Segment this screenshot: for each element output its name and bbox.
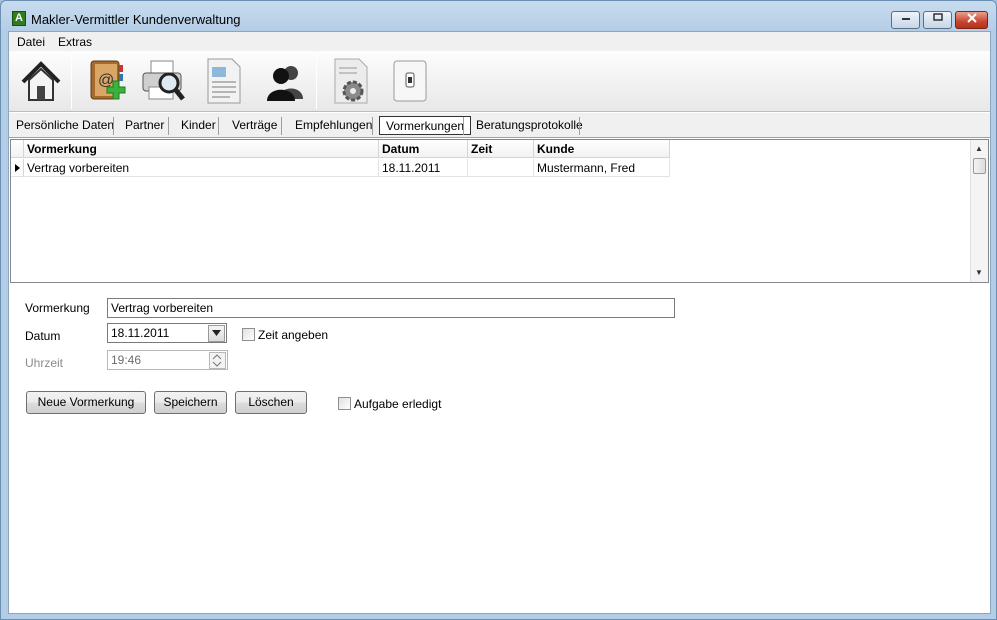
datepicker-dropdown-button[interactable] bbox=[208, 325, 225, 342]
toolbar-separator bbox=[316, 55, 317, 109]
svg-text:@: @ bbox=[98, 72, 114, 89]
vormerkung-label: Vormerkung bbox=[25, 301, 90, 315]
toolbar-home-button[interactable] bbox=[15, 55, 67, 107]
row-header-corner bbox=[11, 140, 24, 158]
tab-separator bbox=[168, 117, 169, 135]
settings-document-icon bbox=[334, 58, 368, 104]
tab-empfehlungen[interactable]: Empfehlungen bbox=[289, 116, 378, 135]
client-area: Datei Extras @ Persönliche Daten Partner… bbox=[8, 31, 991, 614]
toolbar-separator bbox=[71, 55, 72, 109]
tab-separator bbox=[281, 117, 282, 135]
maximize-button[interactable] bbox=[923, 11, 952, 29]
uhrzeit-value: 19:46 bbox=[111, 353, 142, 367]
table-row[interactable]: Vertrag vorbereiten 18.11.2011 Musterman… bbox=[11, 159, 670, 177]
print-preview-icon bbox=[142, 60, 185, 101]
zeit-angeben-checkbox[interactable] bbox=[242, 328, 255, 341]
window-title: Makler-Vermittler Kundenverwaltung bbox=[31, 12, 241, 27]
speichern-button[interactable]: Speichern bbox=[154, 391, 227, 414]
toolbar-users-button[interactable] bbox=[259, 55, 311, 107]
neue-vormerkung-button[interactable]: Neue Vormerkung bbox=[26, 391, 146, 414]
cell-kunde[interactable]: Mustermann, Fred bbox=[534, 159, 670, 177]
tab-vertraege[interactable]: Verträge bbox=[226, 116, 283, 135]
tab-beratungsprotokolle[interactable]: Beratungsprotokolle bbox=[470, 116, 589, 135]
column-header-zeit[interactable]: Zeit bbox=[468, 140, 534, 158]
grid-vertical-scrollbar[interactable]: ▲ ▼ bbox=[970, 140, 988, 282]
tab-partner[interactable]: Partner bbox=[119, 116, 170, 135]
cell-datum[interactable]: 18.11.2011 bbox=[379, 159, 468, 177]
toolbar-print-preview-button[interactable] bbox=[137, 55, 189, 107]
tab-strip: Persönliche Daten Partner Kinder Verträg… bbox=[9, 113, 990, 138]
app-logo-icon: A bbox=[12, 11, 26, 26]
row-pointer-icon bbox=[15, 164, 20, 172]
scroll-up-icon[interactable]: ▲ bbox=[975, 144, 983, 153]
datum-label: Datum bbox=[25, 329, 61, 343]
menu-datei[interactable]: Datei bbox=[17, 35, 45, 49]
tab-separator bbox=[579, 117, 580, 135]
column-header-kunde[interactable]: Kunde bbox=[534, 140, 670, 158]
time-spinner-icon bbox=[209, 352, 226, 369]
datum-value: 18.11.2011 bbox=[111, 326, 170, 340]
tab-vormerkungen[interactable]: Vormerkungen bbox=[379, 116, 472, 135]
zeit-angeben-label[interactable]: Zeit angeben bbox=[258, 328, 328, 342]
aufgabe-erledigt-label[interactable]: Aufgabe erledigt bbox=[354, 397, 441, 411]
scrollbar-thumb[interactable] bbox=[973, 158, 986, 174]
aufgabe-erledigt-checkbox[interactable] bbox=[338, 397, 351, 410]
home-icon bbox=[21, 61, 61, 101]
title-bar[interactable]: A Makler-Vermittler Kundenverwaltung bbox=[1, 1, 996, 31]
column-header-vormerkung[interactable]: Vormerkung bbox=[24, 140, 379, 158]
grid-header: Vormerkung Datum Zeit Kunde bbox=[11, 140, 670, 158]
tab-separator bbox=[218, 117, 219, 135]
address-book-add-icon: @ bbox=[90, 60, 126, 100]
uhrzeit-input: 19:46 bbox=[107, 350, 228, 370]
toolbar: @ bbox=[9, 51, 990, 112]
menu-bar: Datei Extras bbox=[9, 32, 990, 51]
uhrzeit-label: Uhrzeit bbox=[25, 356, 64, 370]
cell-vormerkung[interactable]: Vertrag vorbereiten bbox=[24, 159, 379, 177]
tab-persoenliche-daten[interactable]: Persönliche Daten bbox=[10, 116, 120, 135]
toolbar-switch-button[interactable] bbox=[384, 55, 436, 107]
toolbar-add-contact-button[interactable]: @ bbox=[81, 55, 133, 107]
minimize-icon bbox=[901, 18, 910, 20]
dropdown-arrow-icon bbox=[212, 330, 221, 336]
close-icon bbox=[966, 13, 977, 23]
loeschen-button[interactable]: Löschen bbox=[235, 391, 307, 414]
power-switch-icon bbox=[393, 60, 427, 102]
tab-separator bbox=[372, 117, 373, 135]
datum-datepicker[interactable]: 18.11.2011 bbox=[107, 323, 227, 343]
toolbar-settings-button[interactable] bbox=[324, 55, 376, 107]
scroll-down-icon[interactable]: ▼ bbox=[975, 268, 983, 277]
minimize-button[interactable] bbox=[891, 11, 920, 29]
column-header-datum[interactable]: Datum bbox=[379, 140, 468, 158]
app-window: A Makler-Vermittler Kundenverwaltung Dat… bbox=[0, 0, 997, 620]
document-icon bbox=[207, 58, 241, 104]
vormerkungen-grid[interactable]: Vormerkung Datum Zeit Kunde Vertrag vorb… bbox=[10, 139, 989, 283]
restore-icon bbox=[932, 13, 943, 21]
users-icon bbox=[267, 66, 303, 101]
current-row-indicator bbox=[11, 159, 24, 177]
menu-extras[interactable]: Extras bbox=[58, 35, 92, 49]
tab-kinder[interactable]: Kinder bbox=[175, 116, 222, 135]
cell-zeit[interactable] bbox=[468, 159, 534, 177]
close-button[interactable] bbox=[955, 11, 988, 29]
vormerkung-input[interactable]: Vertrag vorbereiten bbox=[107, 298, 675, 318]
tab-separator bbox=[113, 117, 114, 135]
tab-separator bbox=[463, 117, 464, 135]
toolbar-document-button[interactable] bbox=[197, 55, 249, 107]
